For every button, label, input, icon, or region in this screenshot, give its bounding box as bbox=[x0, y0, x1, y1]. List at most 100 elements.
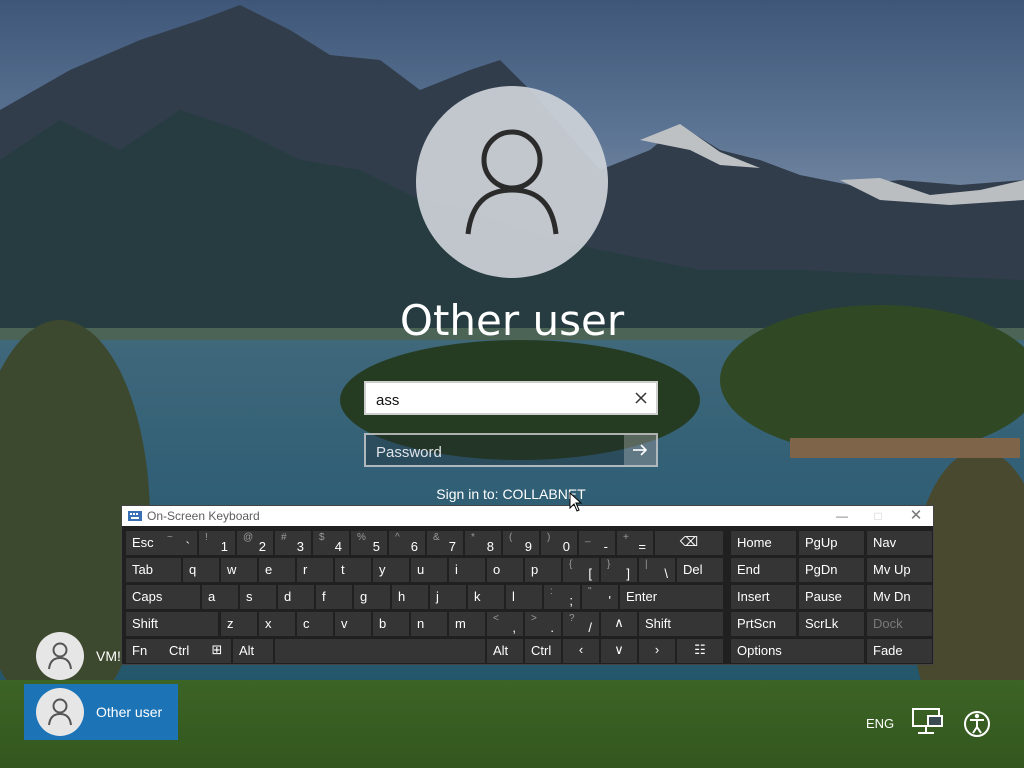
key-row1-13[interactable]: + = bbox=[617, 531, 653, 555]
key-row1-3[interactable]: @2 bbox=[237, 531, 273, 555]
key-pause[interactable]: Pause bbox=[799, 585, 864, 609]
key-pgdn[interactable]: PgDn bbox=[799, 558, 864, 582]
key-arrow-down[interactable]: ∨ bbox=[601, 639, 637, 663]
user-entry-other-user[interactable]: Other user bbox=[24, 684, 178, 740]
key-v[interactable]: v bbox=[335, 612, 371, 636]
key-arrow-up[interactable]: ∧ bbox=[601, 612, 637, 636]
key-fade[interactable]: Fade bbox=[867, 639, 932, 663]
network-icon[interactable] bbox=[912, 708, 944, 736]
key-b[interactable]: b bbox=[373, 612, 409, 636]
key-f[interactable]: f bbox=[316, 585, 352, 609]
key-options[interactable]: Options bbox=[731, 639, 864, 663]
on-screen-keyboard[interactable]: On-Screen Keyboard — □ ✕ Esc ~ `! 1 @2 #3 $4% 5… bbox=[121, 505, 934, 665]
key-row1-6[interactable]: % 5 bbox=[351, 531, 387, 555]
key-enter[interactable]: Enter bbox=[620, 585, 723, 609]
key-alt[interactable]: Alt bbox=[487, 639, 523, 663]
key-row4-9[interactable]: >. bbox=[525, 612, 561, 636]
key-home[interactable]: Home bbox=[731, 531, 796, 555]
key-u[interactable]: u bbox=[411, 558, 447, 582]
key-p[interactable]: p bbox=[525, 558, 561, 582]
space-key[interactable] bbox=[275, 639, 485, 663]
key-row2-12[interactable]: }] bbox=[601, 558, 637, 582]
key-c[interactable]: c bbox=[297, 612, 333, 636]
user-entry-vm-label[interactable]: VM! bbox=[96, 648, 121, 664]
key-i[interactable]: i bbox=[449, 558, 485, 582]
key-shift[interactable]: Shift bbox=[639, 612, 723, 636]
key-pgup[interactable]: PgUp bbox=[799, 531, 864, 555]
key-arrow-left[interactable]: ‹ bbox=[563, 639, 599, 663]
key-prtscn[interactable]: PrtScn bbox=[731, 612, 796, 636]
close-button[interactable]: ✕ bbox=[904, 507, 928, 525]
key-k[interactable]: k bbox=[468, 585, 504, 609]
key-shift[interactable]: Shift bbox=[126, 612, 218, 636]
key-z[interactable]: z bbox=[221, 612, 257, 636]
osk-titlebar[interactable]: On-Screen Keyboard — □ ✕ bbox=[122, 506, 933, 526]
user-avatar-vm[interactable] bbox=[36, 632, 84, 680]
password-field[interactable] bbox=[364, 433, 658, 467]
key-row1-4[interactable]: #3 bbox=[275, 531, 311, 555]
key-j[interactable]: j bbox=[430, 585, 466, 609]
key-e[interactable]: e bbox=[259, 558, 295, 582]
key-label: u bbox=[417, 562, 425, 577]
key-dock[interactable]: Dock bbox=[867, 612, 932, 636]
user-avatar-other bbox=[36, 688, 84, 736]
key-windows[interactable]: ⊞ bbox=[203, 639, 231, 663]
key-row1-8[interactable]: & 7 bbox=[427, 531, 463, 555]
key-row1-2[interactable]: ! 1 bbox=[199, 531, 235, 555]
key-mv-dn[interactable]: Mv Dn bbox=[867, 585, 932, 609]
key-ctrl[interactable]: Ctrl bbox=[163, 639, 203, 663]
key-l[interactable]: l bbox=[506, 585, 542, 609]
language-indicator[interactable]: ENG bbox=[866, 716, 894, 731]
key-end[interactable]: End bbox=[731, 558, 796, 582]
key-mv-up[interactable]: Mv Up bbox=[867, 558, 932, 582]
password-input[interactable] bbox=[374, 439, 628, 465]
key-row1-10[interactable]: (9 bbox=[503, 531, 539, 555]
key-m[interactable]: m bbox=[449, 612, 485, 636]
key-s[interactable]: s bbox=[240, 585, 276, 609]
key-w[interactable]: w bbox=[221, 558, 257, 582]
key-ctrl[interactable]: Ctrl bbox=[525, 639, 561, 663]
key-row4-8[interactable]: <, bbox=[487, 612, 523, 636]
key-menu-key[interactable]: ☷ bbox=[677, 639, 723, 663]
minimize-button[interactable]: — bbox=[830, 507, 854, 525]
key-insert[interactable]: Insert bbox=[731, 585, 796, 609]
key-y[interactable]: y bbox=[373, 558, 409, 582]
key-row3-10[interactable]: :; bbox=[544, 585, 580, 609]
key-row1-12[interactable]: _ - bbox=[579, 531, 615, 555]
key-d[interactable]: d bbox=[278, 585, 314, 609]
key-n[interactable]: n bbox=[411, 612, 447, 636]
key-nav[interactable]: Nav bbox=[867, 531, 932, 555]
username-input[interactable] bbox=[374, 387, 628, 413]
key-row1-11[interactable]: ) 0 bbox=[541, 531, 577, 555]
key-a[interactable]: a bbox=[202, 585, 238, 609]
key-g[interactable]: g bbox=[354, 585, 390, 609]
key-x[interactable]: x bbox=[259, 612, 295, 636]
key-row1-5[interactable]: $4 bbox=[313, 531, 349, 555]
key-q[interactable]: q bbox=[183, 558, 219, 582]
key-t[interactable]: t bbox=[335, 558, 371, 582]
key-tab[interactable]: Tab bbox=[126, 558, 181, 582]
key-row2-11[interactable]: {[ bbox=[563, 558, 599, 582]
key-alt[interactable]: Alt bbox=[233, 639, 273, 663]
key-o[interactable]: o bbox=[487, 558, 523, 582]
key-row1-1[interactable]: ~ ` bbox=[161, 531, 197, 555]
key-arrow-right[interactable]: › bbox=[639, 639, 675, 663]
clear-icon[interactable] bbox=[634, 391, 648, 405]
key-fn[interactable]: Fn bbox=[126, 639, 166, 663]
key-r[interactable]: r bbox=[297, 558, 333, 582]
key-backspace[interactable]: ⌫ bbox=[655, 531, 723, 555]
key-row1-7[interactable]: ^ 6 bbox=[389, 531, 425, 555]
maximize-button[interactable]: □ bbox=[866, 507, 890, 525]
ease-of-access-icon[interactable] bbox=[960, 706, 994, 740]
key-del[interactable]: Del bbox=[677, 558, 723, 582]
key-caps[interactable]: Caps bbox=[126, 585, 200, 609]
key-row3-11[interactable]: " ' bbox=[582, 585, 618, 609]
key-row1-9[interactable]: * 8 bbox=[465, 531, 501, 555]
key-row4-10[interactable]: ? / bbox=[563, 612, 599, 636]
key-scrlk[interactable]: ScrLk bbox=[799, 612, 864, 636]
submit-button[interactable] bbox=[624, 435, 656, 465]
key-row2-13[interactable]: | \ bbox=[639, 558, 675, 582]
key-label: o bbox=[493, 562, 501, 577]
username-field[interactable] bbox=[364, 381, 658, 415]
key-h[interactable]: h bbox=[392, 585, 428, 609]
